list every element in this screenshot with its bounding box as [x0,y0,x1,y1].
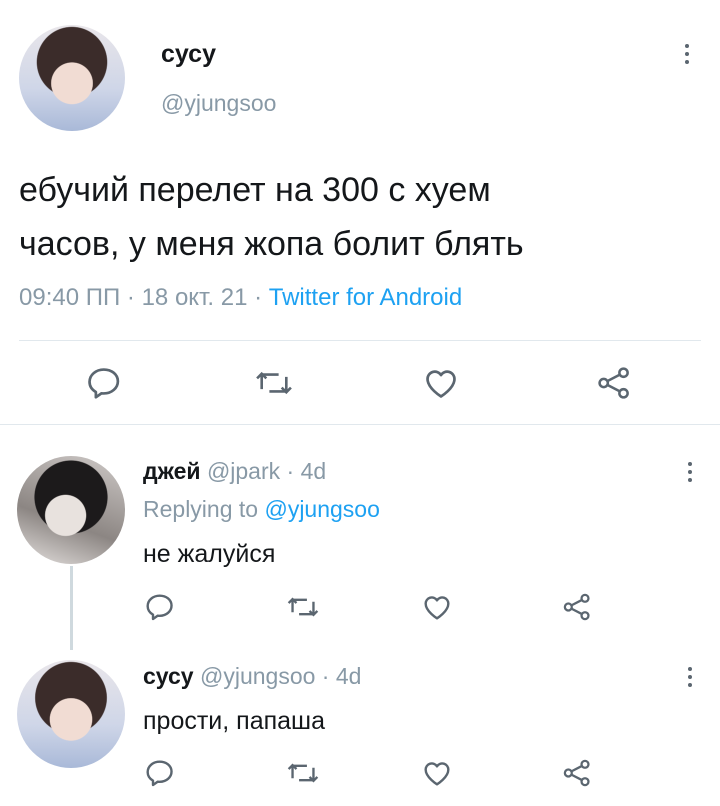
main-retweet-button[interactable] [254,364,294,402]
reply1-more-icon[interactable] [678,458,702,488]
reply2-text: прости, папаша [143,707,325,735]
reply1-age: 4d [300,458,327,484]
share-icon [563,759,590,787]
reply-icon [88,368,120,399]
reply1-separator: · [286,458,295,484]
reply1-like-button[interactable] [420,591,454,623]
main-divider [19,340,701,341]
like-icon [424,596,450,620]
main-handle[interactable]: @yjungsoo [161,90,276,117]
main-tweet-line-1: ебучий перелет на 300 с хуем [19,171,491,209]
share-icon [598,367,629,399]
tweet-time: 09:40 ПП [19,284,121,311]
reply1-text: не жалуйся [143,540,276,568]
reply2-handle[interactable]: @yjungsoo [200,663,315,689]
reply2-separator: · [321,663,330,689]
reply1-retweet-button[interactable] [286,591,320,623]
reply-icon [146,760,173,787]
main-display-name[interactable]: сусу [161,40,216,69]
reply1-display-name[interactable]: джей [143,458,201,484]
thread-divider [0,424,720,425]
reply1-replying-to: Replying to @yjungsoo [143,496,380,523]
reply1-reply-button[interactable] [143,591,175,623]
reply-icon [146,594,173,621]
reply2-more-icon[interactable] [678,663,702,693]
retweet-icon [287,763,319,783]
replying-to-handle[interactable]: @yjungsoo [264,496,379,522]
tweet-date: 18 окт. 21 [141,284,248,311]
retweet-icon [256,371,292,395]
reply2-like-button[interactable] [420,757,454,789]
reply1-header: джей @jpark · 4d [143,458,326,485]
main-tweet-line-2: часов, у меня жопа болит блять [19,225,524,263]
reply2-age: 4d [335,663,362,689]
thread-line [70,566,73,650]
reply1-share-button[interactable] [561,591,593,623]
reply2-avatar[interactable] [17,660,125,768]
retweet-icon [287,597,319,617]
main-more-icon[interactable] [675,40,699,70]
main-like-button[interactable] [421,364,461,402]
reply2-reply-button[interactable] [143,757,175,789]
tweet-client-link[interactable]: Twitter for Android [269,284,462,311]
replying-to-label: Replying to [143,496,259,522]
share-icon [563,593,590,621]
main-reply-button[interactable] [84,364,122,402]
meta-separator: · [126,284,135,311]
main-tweet-meta: 09:40 ПП · 18 окт. 21 · Twitter for Andr… [19,284,462,312]
like-icon [426,370,456,398]
like-icon [424,762,450,786]
reply1-handle[interactable]: @jpark [207,458,280,484]
meta-separator: · [254,284,263,311]
main-avatar[interactable] [19,25,125,131]
reply2-retweet-button[interactable] [286,757,320,789]
reply2-header: сусу @yjungsoo · 4d [143,663,361,690]
reply2-share-button[interactable] [561,757,593,789]
main-share-button[interactable] [595,364,633,402]
reply1-avatar[interactable] [17,456,125,564]
reply2-display-name[interactable]: сусу [143,663,194,689]
main-tweet-text: ебучий перелет на 300 с хуем часов, у ме… [19,163,524,271]
